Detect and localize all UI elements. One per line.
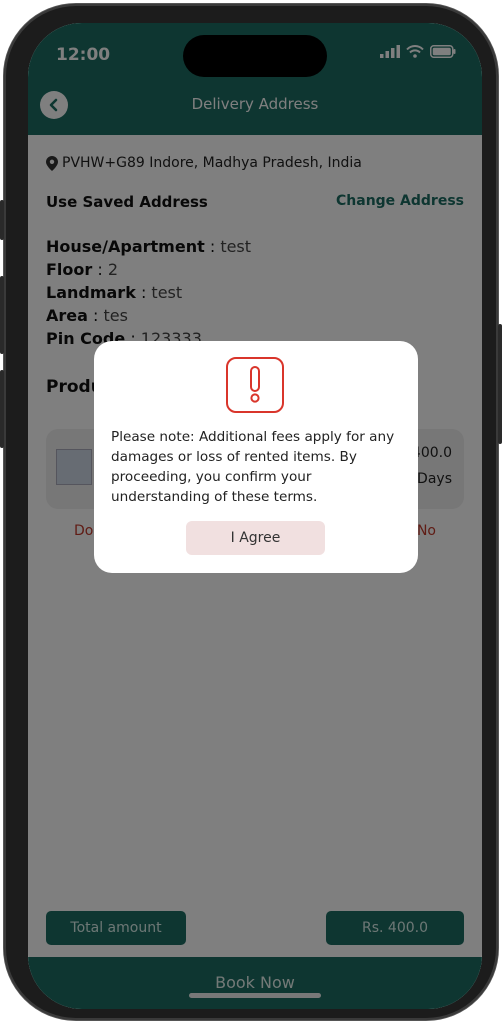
dialog-message: Please note: Additional fees apply for a… [111,429,395,505]
power-button [498,324,502,444]
agree-button[interactable]: I Agree [186,521,325,555]
exclamation-icon [226,357,284,413]
action-button [0,200,4,240]
screen: 12:00 [28,23,482,1009]
phone-frame: 12:00 [0,4,502,1020]
volume-up-button [0,276,4,354]
terms-dialog: Please note: Additional fees apply for a… [94,341,418,573]
volume-down-button [0,370,4,448]
